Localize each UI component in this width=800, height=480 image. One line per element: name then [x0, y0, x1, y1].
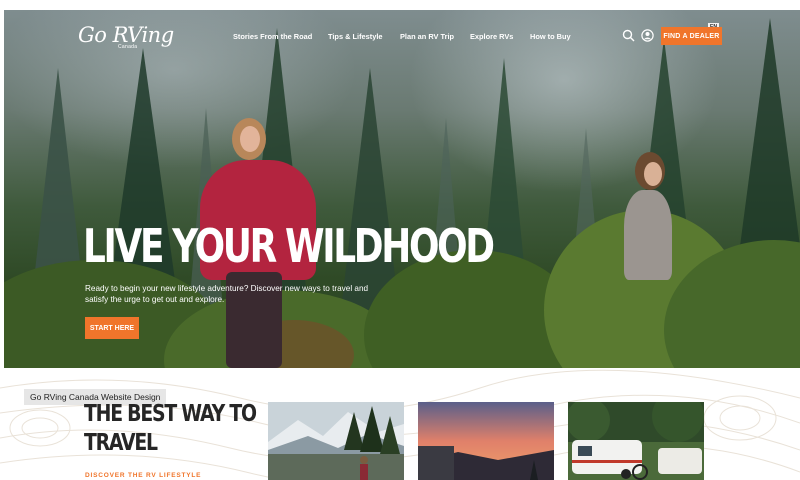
nav-link-tips[interactable]: Tips & Lifestyle [328, 32, 383, 41]
logo[interactable]: Go RVing [78, 25, 174, 46]
hiker-2 [624, 190, 672, 280]
sunset-rv-photo [418, 402, 554, 480]
page: EN Go RVing Canada Stories From the Road… [0, 0, 800, 480]
nav-link-plan-trip[interactable]: Plan an RV Trip [400, 32, 454, 41]
card-mountain-lake[interactable] [268, 402, 404, 480]
start-here-button[interactable]: START HERE [85, 317, 139, 339]
nav-link-how-to-buy[interactable]: How to Buy [530, 32, 571, 41]
card-campground-rv[interactable] [568, 402, 704, 480]
discover-lifestyle-link[interactable]: DISCOVER THE RV LIFESTYLE [85, 472, 201, 479]
user-icon[interactable] [641, 29, 654, 42]
hero-title: LIVE YOUR WILDHOOD [83, 219, 495, 273]
find-dealer-button[interactable]: FIND A DEALER [661, 27, 722, 45]
nav-link-stories[interactable]: Stories From the Road [233, 32, 312, 41]
section-title-line-2: TRAVEL [84, 430, 158, 456]
mountain-lake-photo [268, 402, 404, 480]
campground-rv-photo [568, 402, 704, 480]
logo-subtitle: Canada [118, 44, 138, 50]
card-sunset-rv[interactable] [418, 402, 554, 480]
section-title: THE BEST WAY TO TRAVEL [84, 400, 257, 458]
hero-description: Ready to begin your new lifestyle advent… [85, 284, 369, 304]
section-title-line-1: THE BEST WAY TO [84, 401, 257, 427]
search-icon[interactable] [622, 29, 635, 42]
nav-link-explore-rvs[interactable]: Explore RVs [470, 32, 513, 41]
hero-image [4, 10, 800, 368]
